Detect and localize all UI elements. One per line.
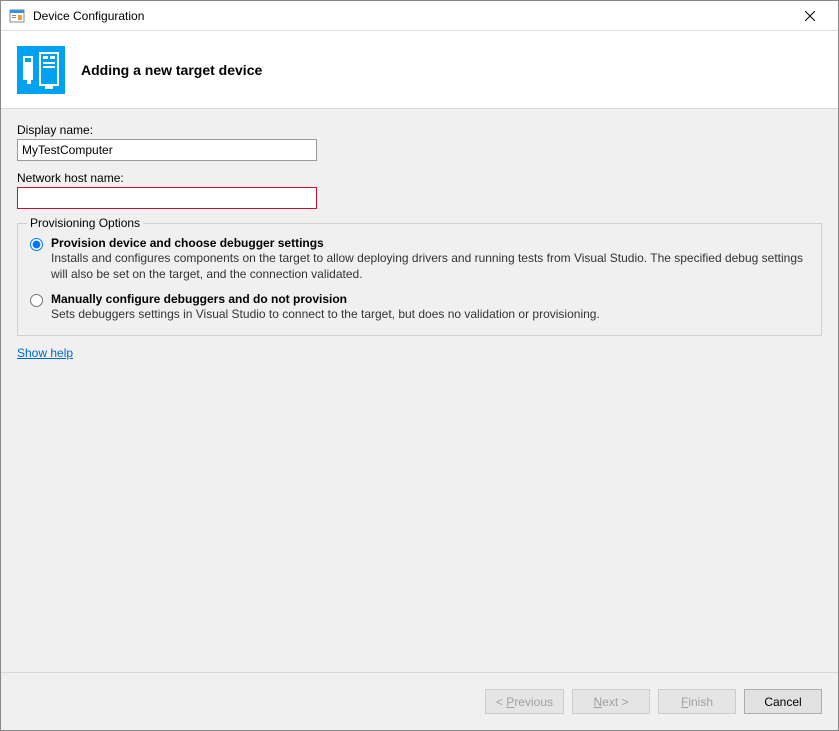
wizard-content: Display name: Network host name: Provisi… xyxy=(1,109,838,672)
provision-manual-radio[interactable] xyxy=(30,294,43,307)
wizard-footer: < Previous Next > Finish Cancel xyxy=(1,672,838,730)
next-button[interactable]: Next > xyxy=(572,689,650,714)
provision-auto-title: Provision device and choose debugger set… xyxy=(51,236,809,250)
provision-manual-desc: Sets debuggers settings in Visual Studio… xyxy=(51,306,809,322)
provision-manual-option[interactable]: Manually configure debuggers and do not … xyxy=(30,292,809,322)
provision-auto-option[interactable]: Provision device and choose debugger set… xyxy=(30,236,809,282)
previous-button[interactable]: < Previous xyxy=(485,689,564,714)
show-help-link[interactable]: Show help xyxy=(17,346,73,360)
window-title: Device Configuration xyxy=(33,9,790,23)
titlebar: Device Configuration xyxy=(1,1,838,31)
host-name-label: Network host name: xyxy=(17,171,822,185)
host-name-input[interactable] xyxy=(17,187,317,209)
provision-auto-desc: Installs and configures components on th… xyxy=(51,250,809,282)
provision-manual-title: Manually configure debuggers and do not … xyxy=(51,292,809,306)
page-heading: Adding a new target device xyxy=(81,62,262,78)
close-button[interactable] xyxy=(790,2,830,30)
wizard-header: Adding a new target device xyxy=(1,31,838,109)
app-icon xyxy=(9,8,25,24)
finish-button[interactable]: Finish xyxy=(658,689,736,714)
close-icon xyxy=(805,11,815,21)
provisioning-legend: Provisioning Options xyxy=(27,216,143,230)
display-name-input[interactable] xyxy=(17,139,317,161)
provisioning-options-group: Provisioning Options Provision device an… xyxy=(17,223,822,336)
cancel-button[interactable]: Cancel xyxy=(744,689,822,714)
device-logo-icon xyxy=(17,46,65,94)
display-name-label: Display name: xyxy=(17,123,822,137)
provision-auto-radio[interactable] xyxy=(30,238,43,251)
